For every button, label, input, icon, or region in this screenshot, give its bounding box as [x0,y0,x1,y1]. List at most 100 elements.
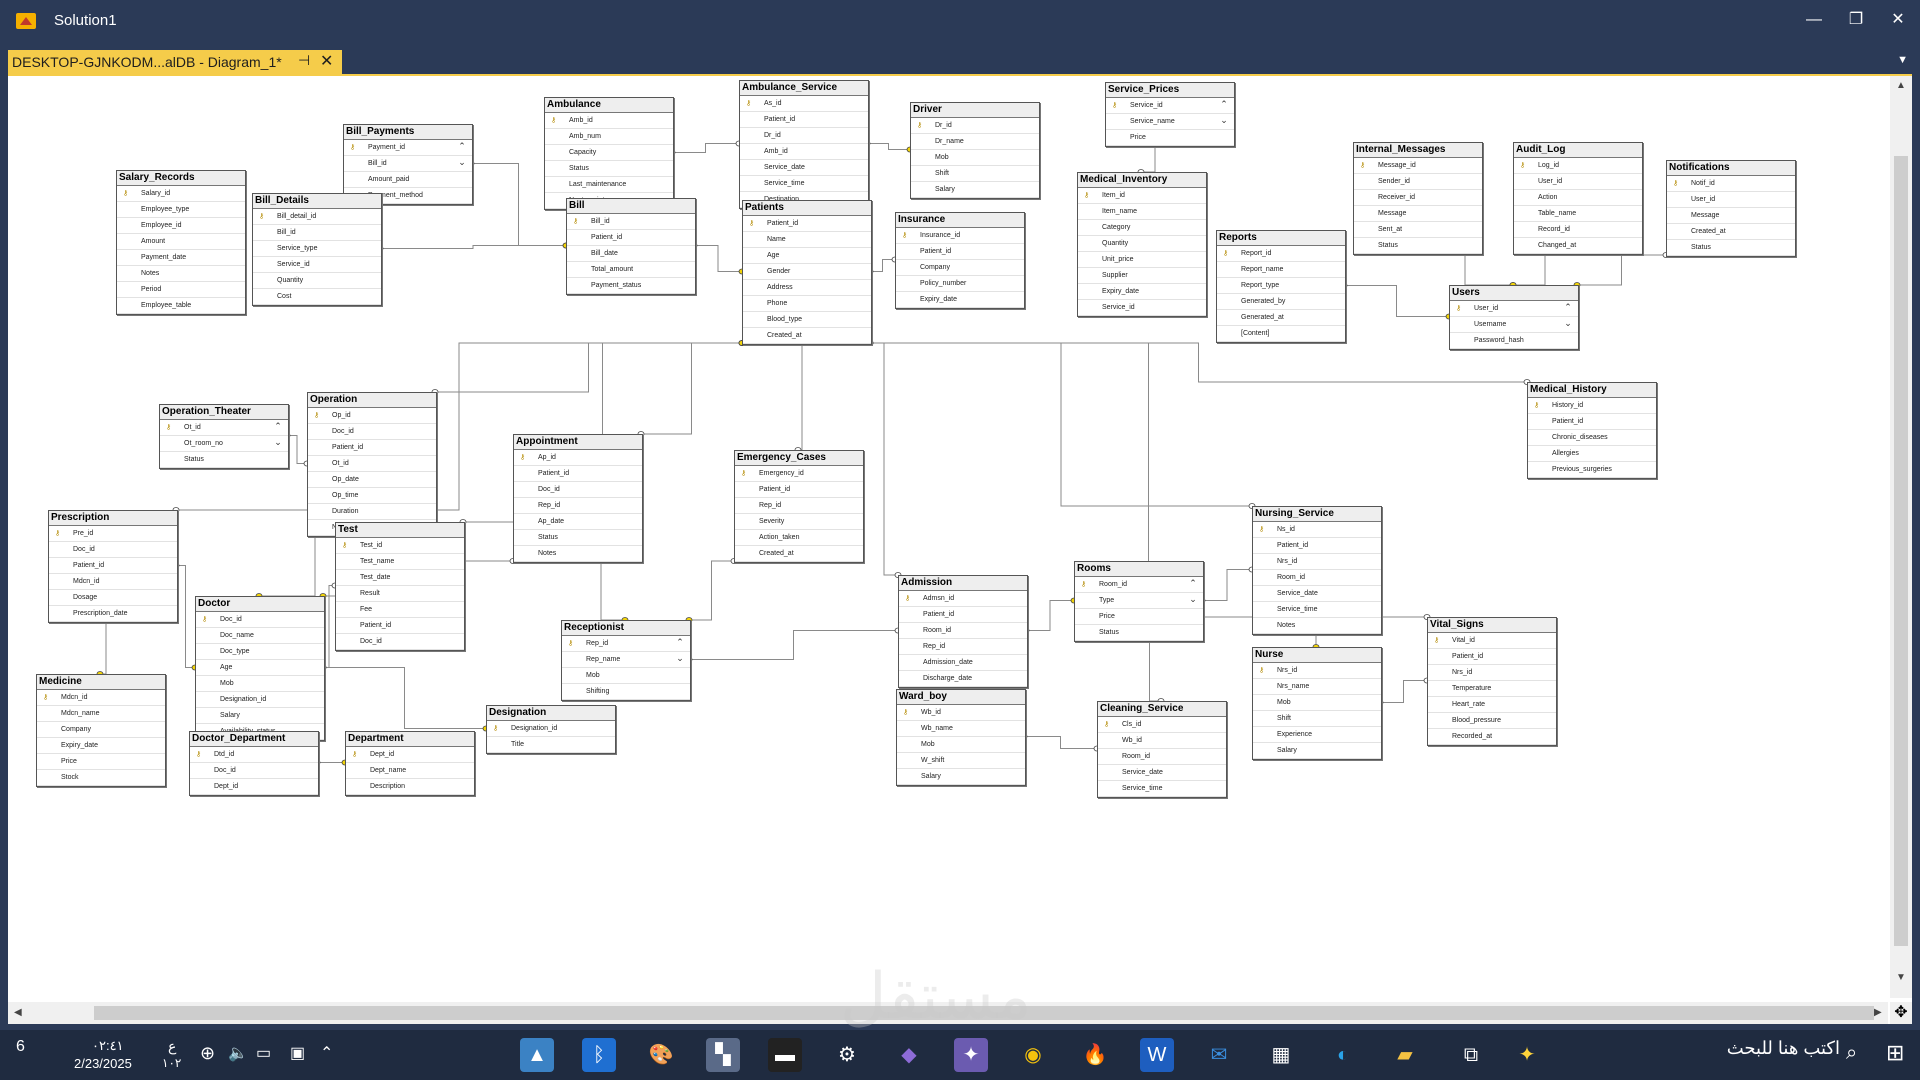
column-row[interactable]: Rep_id [735,498,863,514]
column-row[interactable]: ⚷ Service_id [1106,98,1234,114]
network-icon[interactable]: ⊕ [200,1043,215,1064]
table-prescription[interactable]: Prescription ⚷ Pre_id Doc_id Patient_id Mdcn_… [48,510,178,623]
column-row[interactable]: Amount_paid [344,172,472,188]
column-row[interactable]: Item_name [1078,204,1206,220]
scroll-left-icon[interactable]: ◀ [14,1007,22,1018]
column-row[interactable]: Service_type [253,241,381,257]
column-row[interactable]: ⚷ Ap_id [514,450,642,466]
column-row[interactable]: Room_id [1253,570,1381,586]
column-row[interactable]: Expiry_date [896,292,1024,308]
column-row[interactable]: Shift [1253,711,1381,727]
column-row[interactable]: Category [1078,220,1206,236]
column-row[interactable]: Mob [562,668,690,684]
column-row[interactable]: Wb_id [1098,733,1226,749]
column-row[interactable]: Nrs_id [1253,554,1381,570]
tab-diagram[interactable]: DESKTOP-GJNKODM...alDB - Diagram_1* ⊣ ✕ [8,50,342,74]
table-users[interactable]: Users ⚷ User_id Username Password_hash ⌃ ⌄ [1449,285,1579,350]
column-row[interactable]: Experience [1253,727,1381,743]
table-scroll[interactable]: ⌃ ⌄ [672,637,688,669]
relationship-line[interactable] [1024,736,1097,749]
chevron-up-icon[interactable]: ⌃ [270,421,286,437]
move-icon[interactable]: ✥ [1890,1002,1912,1024]
column-row[interactable]: Changed_at [1514,238,1642,254]
table-scroll[interactable]: ⌃ ⌄ [270,421,286,453]
relationship-line[interactable] [870,342,1527,383]
tab-menu-icon[interactable]: ▼ [1897,54,1908,66]
column-row[interactable]: Dr_name [911,134,1039,150]
column-row[interactable]: Doc_id [514,482,642,498]
column-row[interactable]: Price [37,754,165,770]
column-row[interactable]: Patient_id [740,112,868,128]
column-row[interactable]: ⚷ As_id [740,96,868,112]
column-row[interactable]: Room_id [1098,749,1226,765]
column-row[interactable]: Fee [336,602,464,618]
copilot-icon[interactable]: ✦ [1510,1038,1544,1072]
column-row[interactable]: Ot_room_no [160,436,288,452]
ssms-taskbar-icon[interactable]: ▚ [706,1038,740,1072]
relationship-line[interactable] [1513,252,1577,286]
task-view-icon[interactable]: ⧉ [1454,1038,1488,1072]
column-row[interactable]: Op_time [308,488,436,504]
table-bill-details[interactable]: Bill_Details ⚷ Bill_detail_id Bill_id Servic… [252,193,382,306]
table-receptionist[interactable]: Receptionist ⚷ Rep_id Rep_name Mob Shifting ⌃ ⌄ [561,620,691,701]
column-row[interactable]: Service_date [1253,586,1381,602]
column-row[interactable]: Created_at [743,328,871,344]
column-row[interactable]: Generated_at [1217,310,1345,326]
column-row[interactable]: ⚷ Bill_detail_id [253,209,381,225]
column-row[interactable]: Recorded_at [1428,729,1556,745]
column-row[interactable]: ⚷ Ns_id [1253,522,1381,538]
scroll-right-icon[interactable]: ▶ [1874,1007,1882,1018]
column-row[interactable]: ⚷ Ot_id [160,420,288,436]
column-row[interactable]: Mob [196,676,324,692]
column-row[interactable]: Doc_id [308,424,436,440]
settings-icon[interactable]: ⚙ [830,1038,864,1072]
vertical-scrollbar[interactable]: ▲ ▼ [1890,76,1912,998]
column-row[interactable]: Doc_name [196,628,324,644]
table-medical-history[interactable]: Medical_History ⚷ History_id Patient_id Chro… [1527,382,1657,479]
table-operation[interactable]: Operation ⚷ Op_id Doc_id Patient_id Ot_id Op_d… [307,392,437,537]
column-row[interactable]: Bill_id [253,225,381,241]
relationship-line[interactable] [1577,254,1666,286]
column-row[interactable]: Dr_id [740,128,868,144]
relationship-line[interactable] [689,630,898,660]
edge-icon[interactable]: ◐ [1326,1038,1360,1072]
column-row[interactable]: Price [1106,130,1234,146]
relationship-line[interactable] [1141,144,1169,173]
chevron-up-icon[interactable]: ⌃ [1216,99,1232,115]
column-row[interactable]: Rep_name [562,652,690,668]
column-row[interactable]: ⚷ Dr_id [911,118,1039,134]
table-scroll[interactable]: ⌃ ⌄ [1560,302,1576,334]
column-row[interactable]: Shift [911,166,1039,182]
table-scroll[interactable]: ⌃ ⌄ [1185,578,1201,610]
column-row[interactable]: Patient_id [896,244,1024,260]
column-row[interactable]: Table_name [1514,206,1642,222]
relationship-line[interactable] [1026,600,1074,631]
relationship-line[interactable] [870,342,898,576]
column-row[interactable]: Company [37,722,165,738]
column-row[interactable]: Status [514,530,642,546]
table-driver[interactable]: Driver ⚷ Dr_id Dr_name Mob Shift Salary [910,102,1040,199]
column-row[interactable]: Cost [253,289,381,305]
column-row[interactable]: Blood_type [743,312,871,328]
column-row[interactable]: Notes [117,266,245,282]
restore-button[interactable]: ❐ [1842,8,1870,32]
search-icon[interactable]: ⌕ [1846,1042,1857,1065]
tab-close-icon[interactable]: ✕ [320,51,333,71]
column-row[interactable]: Username [1450,317,1578,333]
column-row[interactable]: W_shift [897,753,1025,769]
chevron-down-icon[interactable]: ⌄ [270,437,286,453]
column-row[interactable]: ⚷ Admsn_id [899,591,1027,607]
terminal-icon[interactable]: ▬ [768,1038,802,1072]
column-row[interactable]: Service_id [1078,300,1206,316]
relationship-line[interactable] [1417,252,1513,286]
column-row[interactable]: Message [1667,208,1795,224]
column-row[interactable]: ⚷ Payment_id [344,140,472,156]
column-row[interactable]: Payment_status [567,278,695,294]
column-row[interactable]: Prescription_date [49,606,177,622]
column-row[interactable]: Patient_id [49,558,177,574]
relationship-line[interactable] [380,245,566,249]
column-row[interactable]: Mob [897,737,1025,753]
vs-preview-icon[interactable]: ✦ [954,1038,988,1072]
table-medicine[interactable]: Medicine ⚷ Mdcn_id Mdcn_name Company Expiry_d… [36,674,166,787]
table-test[interactable]: Test ⚷ Test_id Test_name Test_date Result Fee P… [335,522,465,651]
